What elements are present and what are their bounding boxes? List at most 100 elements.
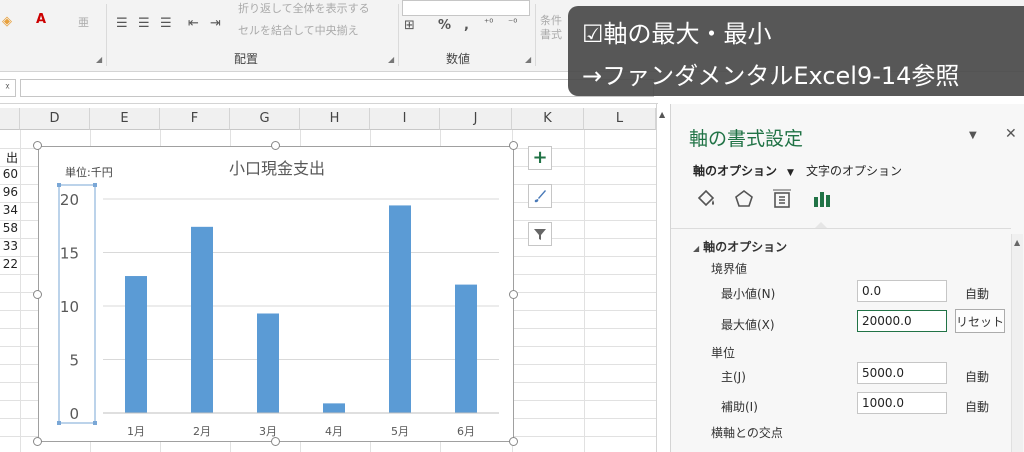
reset-button[interactable]: リセット (955, 309, 1005, 333)
percent-button[interactable]: % (438, 18, 451, 33)
chart-canvas[interactable]: 小口現金支出単位:千円051015201月 2月 3月 4月 5月 6月 (39, 147, 515, 443)
cell-value[interactable]: 34 (0, 203, 18, 217)
resize-handle[interactable] (271, 141, 280, 150)
separator (106, 4, 107, 66)
x-tick-label: 2月 (193, 425, 211, 438)
close-icon[interactable]: ✕ (1005, 126, 1017, 142)
alignment-group-label: 配置 (234, 52, 259, 66)
resize-handle[interactable] (33, 141, 42, 150)
min-bound-label: 最小値(N) (721, 287, 776, 301)
column-header-k[interactable]: K (512, 108, 584, 130)
column-header-i[interactable]: I (370, 108, 440, 130)
section-header-axis-options[interactable]: ◢ 軸のオプション (693, 238, 787, 255)
tab-text-options[interactable]: 文字のオプション (806, 164, 902, 178)
align-left-icon[interactable]: ☰ (116, 16, 128, 31)
pane-tab-row: 軸のオプション ▼ 文字のオプション (693, 162, 912, 179)
column-header-c[interactable] (0, 108, 20, 130)
axis-select-handle (57, 183, 61, 187)
x-tick-label: 6月 (457, 425, 475, 438)
number-group-label: 数値 (446, 52, 471, 66)
column-header-g[interactable]: G (230, 108, 300, 130)
unit-label: 単位:千円 (65, 165, 113, 179)
resize-handle[interactable] (509, 290, 518, 299)
phonetic-icon[interactable]: 亜 (78, 14, 89, 30)
increase-indent-icon[interactable]: ⇥ (210, 16, 221, 31)
sheet-scrollbar[interactable]: ▲ (656, 104, 670, 452)
formula-bar: ᵡ (0, 72, 658, 104)
cell-value[interactable]: 33 (0, 239, 18, 253)
filter-icon (534, 229, 546, 240)
format-axis-pane: 軸の書式設定 ▼ ✕ 軸のオプション ▼ 文字のオプション ◢ 軸のオプション 境界値… (670, 104, 1024, 452)
minor-unit-input[interactable] (857, 392, 947, 414)
chart-filters-button[interactable] (528, 222, 552, 246)
column-header-j[interactable]: J (440, 108, 512, 130)
increase-decimal-icon[interactable]: ⁺⁰ (484, 18, 493, 29)
major-unit-input[interactable] (857, 362, 947, 384)
collapse-triangle-icon: ◢ (693, 244, 700, 253)
major-auto-label: 自動 (965, 370, 990, 384)
chart-title: 小口現金支出 (229, 159, 325, 178)
currency-icon[interactable]: ⊞ (404, 18, 415, 33)
min-bound-input[interactable] (857, 280, 947, 302)
font-color-icon[interactable]: A (36, 12, 46, 27)
comma-button[interactable]: , (464, 18, 469, 33)
font-launcher-icon[interactable]: ◢ (96, 55, 102, 64)
x-tick-label: 5月 (391, 425, 409, 438)
cell-value[interactable]: 58 (0, 221, 18, 235)
paint-bucket-icon (697, 189, 715, 207)
axis-select-handle (93, 421, 97, 425)
chevron-down-icon[interactable]: ▼ (787, 168, 794, 178)
tab-axis-options[interactable]: 軸のオプション (693, 164, 777, 178)
decrease-decimal-icon[interactable]: ⁻⁰ (508, 18, 517, 29)
size-properties-icon (773, 189, 791, 208)
number-launcher-icon[interactable]: ◢ (525, 55, 531, 64)
tutorial-caption: ☑軸の最大・最小 →ファンダメンタルExcel9-14参照 (568, 6, 1024, 96)
effects-tab[interactable] (731, 188, 757, 214)
number-format-dropdown[interactable] (402, 0, 530, 16)
fill-line-tab[interactable] (693, 188, 719, 214)
x-tick-label: 4月 (325, 425, 343, 438)
max-bound-label: 最大値(X) (721, 318, 775, 332)
formula-input[interactable] (20, 79, 654, 97)
fill-color-icon[interactable]: ◈ (2, 14, 12, 29)
scroll-up-icon[interactable]: ▲ (659, 110, 665, 119)
cell-value[interactable]: 96 (0, 185, 18, 199)
min-auto-label: 自動 (965, 287, 990, 301)
chevron-down-icon[interactable]: ▼ (969, 130, 977, 141)
column-header-l[interactable]: L (584, 108, 656, 130)
alignment-launcher-icon[interactable]: ◢ (388, 55, 394, 64)
wrap-text-button[interactable]: 折り返して全体を表示する (238, 0, 370, 16)
max-bound-input[interactable] (857, 310, 947, 332)
column-header-f[interactable]: F (160, 108, 230, 130)
y-tick-label: 10 (60, 298, 79, 316)
resize-handle[interactable] (509, 437, 518, 446)
scroll-up-icon[interactable]: ▲ (1014, 238, 1020, 247)
resize-handle[interactable] (33, 437, 42, 446)
merge-center-button[interactable]: セルを結合して中央揃え (238, 22, 359, 38)
column-header-d[interactable]: D (20, 108, 90, 130)
resize-handle[interactable] (33, 290, 42, 299)
column-header-e[interactable]: E (90, 108, 160, 130)
axis-options-icon-tab[interactable] (809, 188, 835, 214)
chart-area[interactable]: 小口現金支出 単位:千円 0 5 10 15 20 1月 2月 3月 4月 5月 6月 (38, 146, 514, 442)
pane-scrollbar[interactable]: ▲ (1011, 234, 1023, 452)
resize-handle[interactable] (509, 141, 518, 150)
cell-value[interactable]: 60 (0, 167, 18, 181)
align-right-icon[interactable]: ☰ (160, 16, 172, 31)
brush-icon (534, 190, 546, 203)
chart-elements-button[interactable]: + (528, 146, 552, 170)
cell-value[interactable]: 22 (0, 257, 18, 271)
column-header-h[interactable]: H (300, 108, 370, 130)
x-tick-label: 1月 (127, 425, 145, 438)
cell-value[interactable]: 出 (0, 149, 18, 166)
caption-line-1: ☑軸の最大・最小 (582, 20, 772, 48)
name-box[interactable]: ᵡ (0, 79, 16, 97)
chart-styles-button[interactable] (528, 184, 552, 208)
size-properties-tab[interactable] (769, 188, 795, 214)
resize-handle[interactable] (271, 437, 280, 446)
minor-auto-label: 自動 (965, 400, 990, 414)
conditional-format-button[interactable]: 条件 書式 (540, 14, 564, 42)
pentagon-icon (735, 190, 753, 207)
decrease-indent-icon[interactable]: ⇤ (188, 16, 199, 31)
align-center-icon[interactable]: ☰ (138, 16, 150, 31)
